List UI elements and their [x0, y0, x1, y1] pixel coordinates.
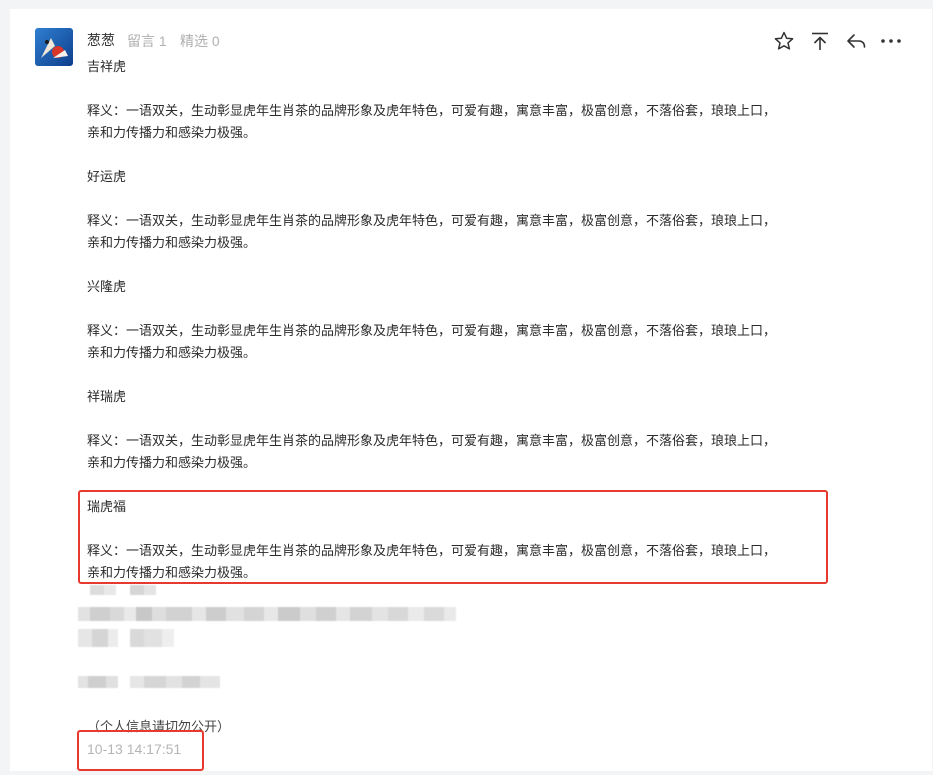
- timestamp-highlight-box: [77, 730, 204, 771]
- avatar[interactable]: [35, 28, 73, 66]
- pin-top-icon[interactable]: [809, 30, 831, 52]
- block-1-desc-line1: 释义：一语双关，生动彰显虎年生肖茶的品牌形象及虎年特色，可爱有趣，寓意丰富，极富…: [87, 103, 777, 118]
- avatar-image: [35, 28, 73, 66]
- block-2-desc-line1: 释义：一语双关，生动彰显虎年生肖茶的品牌形象及虎年特色，可爱有趣，寓意丰富，极富…: [87, 213, 777, 228]
- more-icon[interactable]: [880, 30, 902, 52]
- block-4-title: 祥瑞虎: [87, 389, 127, 404]
- reply-count[interactable]: 留言 1: [127, 31, 167, 51]
- block-1-desc-line2: 亲和力传播力和感染力极强。: [87, 125, 257, 140]
- block-4-desc-line1: 释义：一语双关，生动彰显虎年生肖茶的品牌形象及虎年特色，可爱有趣，寓意丰富，极富…: [87, 433, 777, 448]
- username[interactable]: 葱葱: [87, 30, 115, 50]
- reply-icon[interactable]: [845, 30, 867, 52]
- block-1-title: 吉祥虎: [87, 59, 127, 74]
- redacted-info: [78, 583, 458, 693]
- block-4-desc-line2: 亲和力传播力和感染力极强。: [87, 455, 257, 470]
- block-2-desc-line2: 亲和力传播力和感染力极强。: [87, 235, 257, 250]
- block-3-desc-line2: 亲和力传播力和感染力极强。: [87, 345, 257, 360]
- block-3-desc-line1: 释义：一语双关，生动彰显虎年生肖茶的品牌形象及虎年特色，可爱有趣，寓意丰富，极富…: [87, 323, 777, 338]
- block-2-title: 好运虎: [87, 169, 127, 184]
- block-3-title: 兴隆虎: [87, 279, 127, 294]
- featured-count[interactable]: 精选 0: [180, 31, 220, 51]
- star-icon[interactable]: [773, 30, 795, 52]
- highlight-box: [78, 490, 828, 584]
